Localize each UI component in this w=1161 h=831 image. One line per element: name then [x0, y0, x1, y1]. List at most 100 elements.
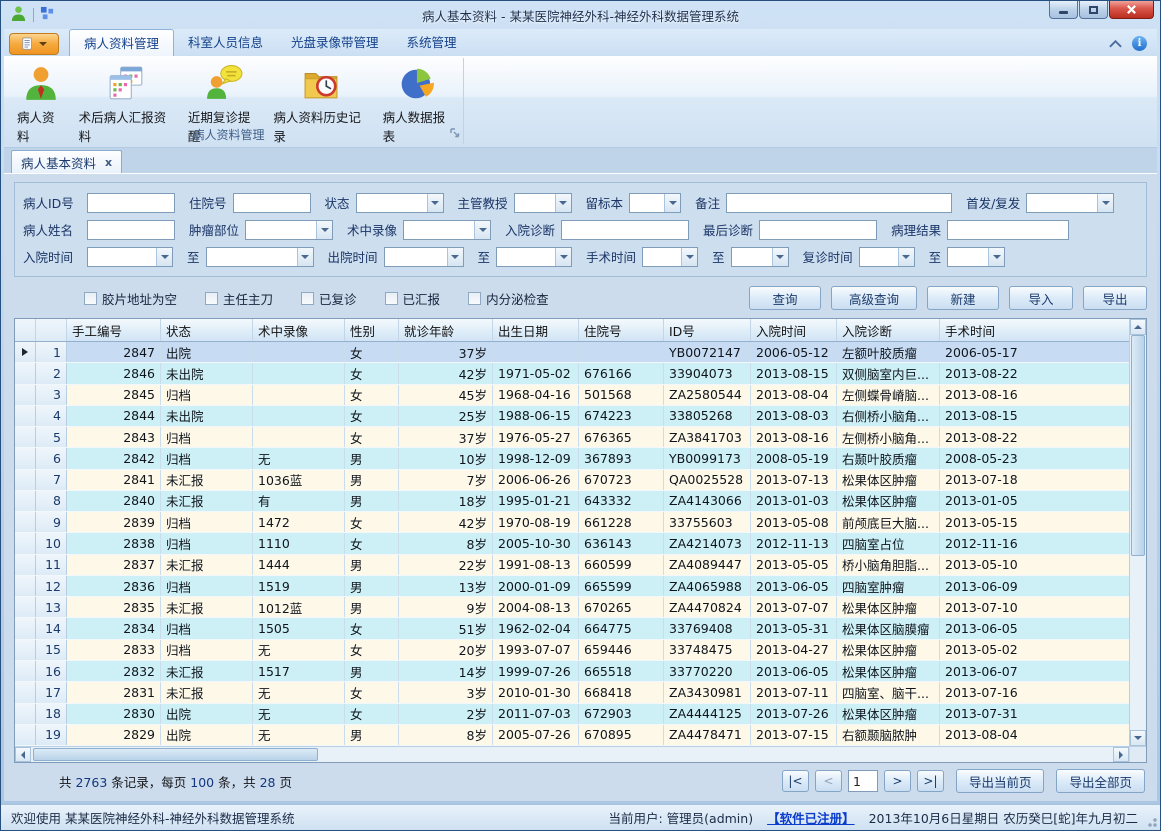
maximize-button[interactable] [1079, 1, 1108, 19]
filter-checkbox[interactable]: 已汇报 [385, 289, 441, 308]
select-arrow-button[interactable] [474, 221, 490, 239]
tab-patient-basic-info[interactable]: 病人基本资料 x [11, 150, 122, 173]
filter-select[interactable] [384, 247, 464, 267]
next-page-button[interactable]: > [884, 770, 911, 792]
column-header[interactable]: 状态 [161, 319, 253, 341]
collapse-ribbon-icon[interactable] [1109, 40, 1122, 48]
select-arrow-button[interactable] [156, 248, 172, 266]
table-row[interactable]: 112837未汇报1444男22岁1991-08-13660599ZA40894… [15, 555, 1129, 576]
export-all-pages-button[interactable]: 导出全部页 [1056, 769, 1145, 793]
filter-select[interactable] [245, 220, 333, 240]
dialog-launcher-icon[interactable] [450, 126, 460, 141]
action-button[interactable]: 新建 [927, 286, 999, 310]
resize-grip-icon[interactable] [1145, 815, 1157, 827]
table-row[interactable]: 62842归档无男10岁1998-12-09367893YB0099173200… [15, 448, 1129, 469]
filter-checkbox[interactable]: 主任主刀 [205, 289, 273, 308]
select-arrow-button[interactable] [427, 194, 443, 212]
table-row[interactable]: 42844未出院女25岁1988-06-15674223338052682013… [15, 406, 1129, 427]
scroll-down-button[interactable] [1130, 730, 1146, 746]
minimize-button[interactable] [1049, 1, 1078, 19]
scroll-up-button[interactable] [1130, 319, 1146, 335]
column-header[interactable]: 出生日期 [493, 319, 579, 341]
previous-page-button[interactable]: < [815, 770, 842, 792]
select-arrow-button[interactable] [681, 248, 697, 266]
horizontal-scroll-thumb[interactable] [33, 748, 318, 761]
select-arrow-button[interactable] [1097, 194, 1113, 212]
scroll-right-button[interactable] [1113, 747, 1129, 762]
filter-input[interactable] [947, 220, 1069, 240]
filter-select[interactable] [514, 193, 572, 213]
column-header[interactable]: 入院时间 [751, 319, 837, 341]
filter-checkbox[interactable]: 内分泌检查 [468, 289, 549, 308]
table-row[interactable]: 192829出院无男8岁2005-07-26670895ZA4478471201… [15, 725, 1129, 746]
filter-input[interactable] [87, 220, 175, 240]
first-page-button[interactable]: |< [782, 770, 809, 792]
filter-input[interactable] [561, 220, 689, 240]
filter-checkbox[interactable]: 已复诊 [301, 289, 357, 308]
close-button[interactable] [1109, 1, 1154, 19]
table-row[interactable]: 102838归档1110女8岁2005-10-30636143ZA4214073… [15, 533, 1129, 554]
ribbon-tab[interactable]: 科室人员信息 [174, 29, 277, 56]
registered-link[interactable]: 【软件已注册】 [767, 808, 855, 827]
table-row[interactable]: 82840未汇报有男18岁1995-01-21643332ZA414306620… [15, 491, 1129, 512]
ribbon-tab[interactable]: 病人资料管理 [69, 29, 174, 56]
info-icon[interactable]: i [1132, 36, 1147, 51]
filter-select[interactable] [206, 247, 314, 267]
filter-select[interactable] [356, 193, 444, 213]
filter-select[interactable] [947, 247, 1005, 267]
table-row[interactable]: 12847出院女37岁YB00721472006-05-12左额叶胶质瘤2006… [15, 342, 1129, 363]
last-page-button[interactable]: >| [917, 770, 944, 792]
export-current-page-button[interactable]: 导出当前页 [956, 769, 1045, 793]
table-row[interactable]: 22846未出院女42岁1971-05-02676166339040732013… [15, 363, 1129, 384]
ribbon-tab[interactable]: 光盘录像带管理 [277, 29, 393, 56]
table-row[interactable]: 172831未汇报无女3岁2010-01-30668418ZA343098120… [15, 682, 1129, 703]
table-row[interactable]: 132835未汇报1012蓝男9岁2004-08-13670265ZA44708… [15, 597, 1129, 618]
filter-input[interactable] [87, 193, 175, 213]
action-button[interactable]: 高级查询 [831, 286, 917, 310]
filter-select[interactable] [496, 247, 572, 267]
select-arrow-button[interactable] [664, 194, 680, 212]
action-button[interactable]: 查询 [749, 286, 821, 310]
application-menu-button[interactable] [9, 33, 59, 55]
select-arrow-button[interactable] [297, 248, 313, 266]
table-row[interactable]: 142834归档1505女51岁1962-02-0466477533769408… [15, 618, 1129, 639]
column-header[interactable]: 手术时间 [940, 319, 1129, 341]
scroll-left-button[interactable] [15, 747, 31, 762]
column-header[interactable]: 入院诊断 [837, 319, 940, 341]
table-row[interactable]: 52843归档女37岁1976-05-27676365ZA38417032013… [15, 427, 1129, 448]
table-row[interactable]: 122836归档1519男13岁2000-01-09665599ZA406598… [15, 576, 1129, 597]
select-arrow-button[interactable] [555, 194, 571, 212]
select-arrow-button[interactable] [772, 248, 788, 266]
filter-select[interactable] [731, 247, 789, 267]
table-row[interactable]: 152833归档无女20岁1993-07-0765944633748475201… [15, 640, 1129, 661]
vertical-scroll-thumb[interactable] [1131, 335, 1145, 556]
select-arrow-button[interactable] [555, 248, 571, 266]
filter-select[interactable] [403, 220, 491, 240]
tab-close-icon[interactable]: x [105, 156, 112, 169]
column-header[interactable]: 性别 [345, 319, 399, 341]
table-row[interactable]: 162832未汇报1517男14岁1999-07-266655183377022… [15, 661, 1129, 682]
quick-access-icon[interactable] [40, 6, 55, 24]
filter-input[interactable] [726, 193, 952, 213]
select-arrow-button[interactable] [447, 248, 463, 266]
filter-select[interactable] [1026, 193, 1114, 213]
filter-input[interactable] [759, 220, 877, 240]
table-row[interactable]: 92839归档1472女42岁1970-08-19661228337556032… [15, 512, 1129, 533]
filter-select[interactable] [642, 247, 698, 267]
select-arrow-button[interactable] [316, 221, 332, 239]
vertical-scrollbar[interactable] [1129, 319, 1146, 746]
table-row[interactable]: 32845归档女45岁1968-04-16501568ZA25805442013… [15, 385, 1129, 406]
horizontal-scrollbar[interactable] [15, 747, 1129, 762]
action-button[interactable]: 导出 [1083, 286, 1147, 310]
column-header[interactable]: ID号 [664, 319, 751, 341]
filter-select[interactable] [629, 193, 681, 213]
column-header[interactable]: 就诊年龄 [399, 319, 493, 341]
page-number-input[interactable] [848, 770, 878, 792]
filter-input[interactable] [233, 193, 311, 213]
table-row[interactable]: 182830出院无女2岁2011-07-03672903ZA4444125201… [15, 704, 1129, 725]
column-header[interactable]: 住院号 [579, 319, 664, 341]
filter-checkbox[interactable]: 胶片地址为空 [84, 289, 177, 308]
select-arrow-button[interactable] [988, 248, 1004, 266]
action-button[interactable]: 导入 [1009, 286, 1073, 310]
filter-select[interactable] [859, 247, 915, 267]
